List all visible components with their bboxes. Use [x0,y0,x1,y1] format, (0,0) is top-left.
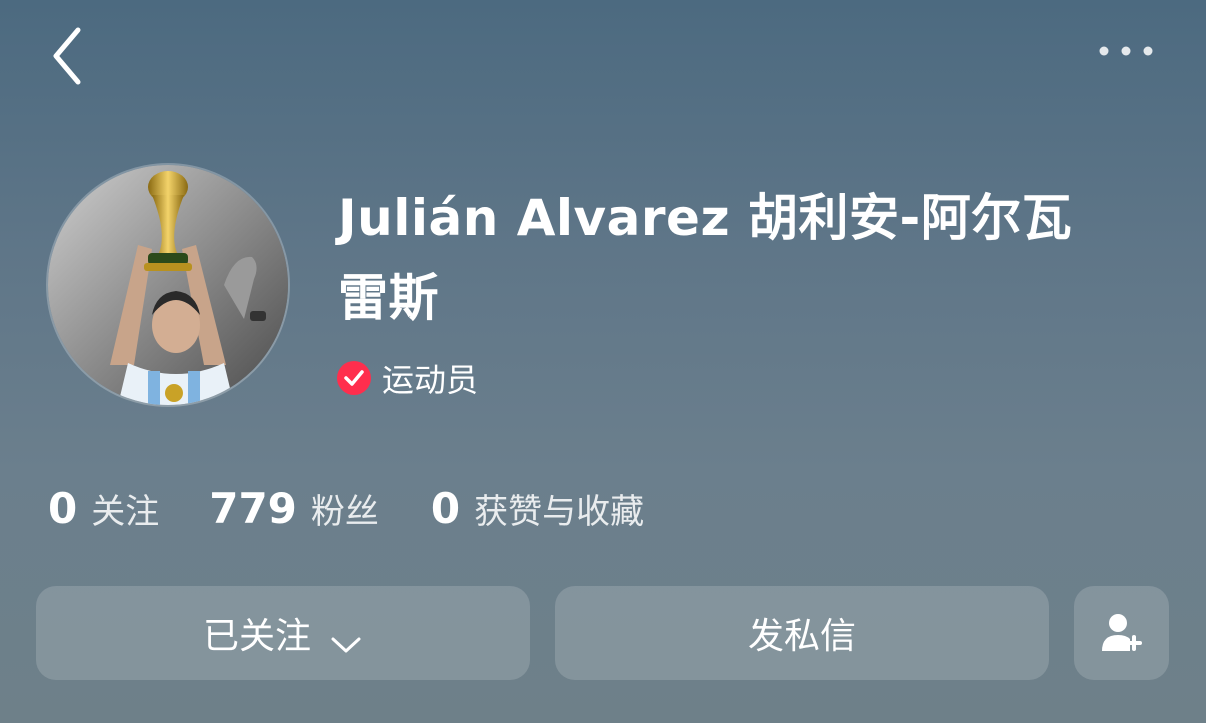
stat-fans-count: 779 [209,484,297,533]
stat-likes-label: 获赞与收藏 [474,492,645,532]
stat-following[interactable]: 0 关注 [48,482,159,539]
stat-fans-label: 粉丝 [310,492,379,532]
profile-name-line-1: Julián Alvarez 胡利安-阿尔瓦 [338,189,1073,247]
more-icon[interactable] [1094,38,1158,64]
profile-name-line-2: 雷斯 [338,269,439,327]
profile-name: Julián Alvarez 胡利安-阿尔瓦 雷斯 [338,178,1138,338]
verification-label: 运动员 [382,361,479,399]
chevron-down-icon [329,623,363,653]
following-button[interactable]: 已关注 [36,586,530,680]
profile-stats: 0 关注 779 粉丝 0 获赞与收藏 [48,482,644,539]
stat-likes-collections[interactable]: 0 获赞与收藏 [431,482,644,539]
add-user-icon [1098,609,1146,657]
stat-following-count: 0 [48,484,78,533]
add-friend-button[interactable] [1074,586,1169,680]
stat-following-label: 关注 [91,492,160,532]
send-message-button[interactable]: 发私信 [555,586,1049,680]
following-button-label: 已关注 [202,616,311,657]
send-message-label: 发私信 [747,616,856,657]
verification-badge: 运动员 [336,355,478,401]
stat-fans[interactable]: 779 粉丝 [209,482,379,539]
stat-likes-count: 0 [430,484,461,533]
back-icon[interactable] [48,24,88,88]
avatar[interactable] [48,165,288,405]
verified-check-icon [336,360,372,396]
